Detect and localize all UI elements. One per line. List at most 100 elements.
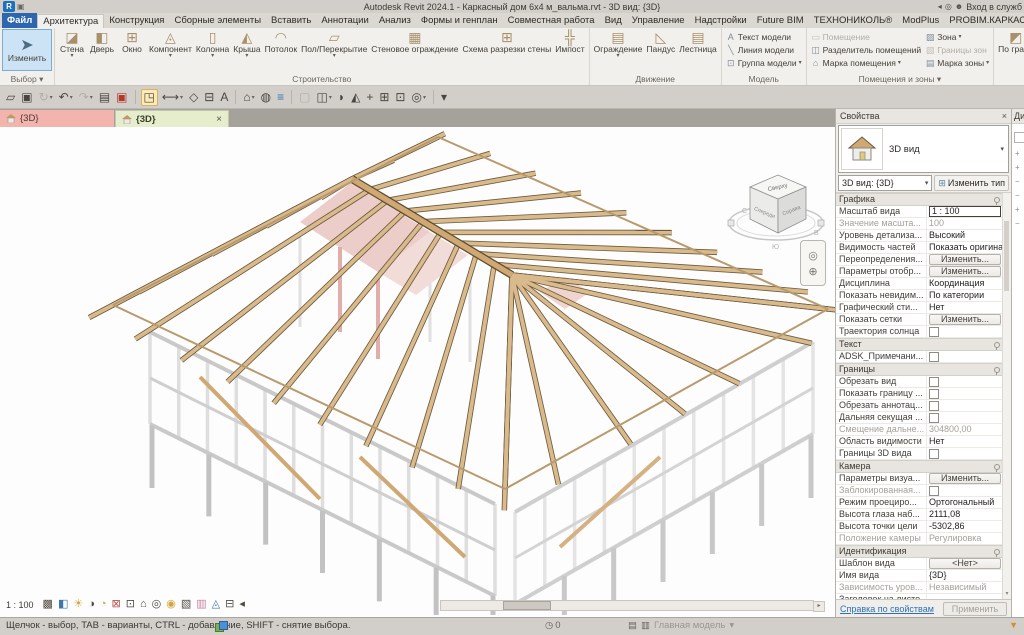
qat-icon[interactable]: ⟷ ▾ bbox=[160, 90, 185, 105]
model-3d-view[interactable] bbox=[0, 127, 835, 617]
ribbon-button[interactable]: ◺ Пандус bbox=[644, 29, 677, 71]
property-section-header[interactable]: Текст bbox=[836, 338, 1003, 351]
view-control-icon[interactable]: ⊠ bbox=[112, 598, 121, 611]
property-section-header[interactable]: Идентификация bbox=[836, 545, 1003, 558]
view-control-icon[interactable]: ◎ bbox=[152, 598, 162, 611]
view-control-icon[interactable]: ◬ bbox=[212, 598, 220, 611]
view-control-icon[interactable]: ◧ bbox=[58, 598, 68, 611]
view-tab-inactive[interactable]: {3D} bbox=[0, 110, 114, 127]
ribbon-button[interactable]: ◪ Стена ▾ bbox=[57, 29, 87, 71]
qat-icon[interactable]: ↷ ▾ bbox=[77, 90, 95, 105]
ribbon-tab[interactable]: Архитектура bbox=[37, 14, 104, 28]
scrollbar-thumb[interactable] bbox=[503, 601, 551, 610]
checkbox[interactable] bbox=[929, 413, 939, 423]
close-properties-icon[interactable]: × bbox=[1002, 111, 1007, 121]
checkbox[interactable] bbox=[929, 449, 939, 459]
property-value[interactable] bbox=[927, 351, 1003, 362]
property-value[interactable]: 1 : 100 bbox=[927, 206, 1003, 217]
selection-filter-icon[interactable]: ▼ bbox=[1009, 620, 1018, 630]
property-value[interactable]: -5302,86 bbox=[927, 521, 1003, 532]
tree-expander-icon[interactable]: + bbox=[1012, 147, 1024, 161]
property-value[interactable]: {3D} bbox=[927, 570, 1003, 581]
scale-control[interactable]: 1 : 100 bbox=[6, 600, 38, 610]
revit-logo[interactable]: R bbox=[3, 1, 15, 12]
ribbon-button[interactable]: ▤ Лестница bbox=[677, 29, 719, 71]
qat-icon[interactable]: ◭ bbox=[349, 90, 362, 105]
ribbon-button[interactable]: ▤ Ограждение ▾ bbox=[592, 29, 645, 71]
property-value[interactable]: Изменить... bbox=[927, 266, 1003, 277]
workspace-icon[interactable]: ▣ bbox=[17, 2, 25, 11]
ribbon-small-button[interactable]: ▤ Марка зоны ▾ bbox=[923, 57, 991, 69]
property-value[interactable]: Ортогональный bbox=[927, 497, 1003, 508]
ribbon-button[interactable]: ▦ Стеновое ограждение bbox=[369, 29, 460, 71]
qat-icon[interactable]: ◎ ▾ bbox=[409, 90, 428, 105]
property-value[interactable]: Нет bbox=[927, 302, 1003, 313]
checkbox[interactable] bbox=[929, 377, 939, 387]
design-options-control[interactable]: ▤ ▥ Главная модель ▾ bbox=[628, 620, 734, 631]
property-value[interactable]: 100 bbox=[927, 218, 1003, 229]
qat-icon[interactable]: ⊟ bbox=[202, 90, 216, 105]
property-value[interactable]: 304800,00 bbox=[927, 424, 1003, 435]
property-value[interactable] bbox=[927, 376, 1003, 387]
edit-button[interactable]: Изменить... bbox=[929, 254, 1001, 265]
tree-expander-icon[interactable]: − bbox=[1012, 175, 1024, 189]
scroll-right-icon[interactable]: ▸ bbox=[813, 601, 825, 612]
qat-icon[interactable]: A bbox=[218, 90, 230, 105]
qat-icon[interactable] bbox=[235, 90, 236, 104]
ribbon-small-button[interactable]: ▭ Помещение bbox=[809, 31, 924, 43]
ribbon-button[interactable]: ⊞ Схема разрезки стены bbox=[460, 29, 553, 71]
property-value[interactable]: По категории bbox=[927, 290, 1003, 301]
project-browser-sliver[interactable]: Дис ++−−+− bbox=[1011, 109, 1024, 617]
ribbon-button[interactable]: ◭ Крыша ▾ bbox=[231, 29, 262, 71]
checkbox[interactable] bbox=[929, 327, 939, 337]
ribbon-tab[interactable]: Анализ bbox=[374, 13, 416, 28]
property-section-header[interactable]: Камера bbox=[836, 460, 1003, 473]
qat-icon[interactable]: ▤ bbox=[97, 90, 112, 105]
property-value[interactable]: <Нет> bbox=[927, 558, 1003, 569]
horizontal-scrollbar[interactable]: ▸ bbox=[440, 600, 814, 611]
scrollbar-thumb[interactable] bbox=[1004, 221, 1009, 291]
qat-icon[interactable]: ↶ ▾ bbox=[57, 90, 75, 105]
ribbon-small-button[interactable]: ⊡ Группа модели ▾ bbox=[724, 57, 804, 69]
ribbon-tab[interactable]: Надстройки bbox=[690, 13, 752, 28]
qat-icon[interactable]: ⌂ ▾ bbox=[241, 90, 256, 105]
chevron-down-icon[interactable]: ▾ bbox=[1000, 145, 1008, 153]
apply-button[interactable]: Применить bbox=[943, 602, 1007, 616]
panel-label-select[interactable]: Выбор ▾ bbox=[0, 73, 54, 85]
worksets-icon[interactable] bbox=[215, 621, 228, 632]
zoom-tool-icon[interactable]: ⊕ bbox=[808, 265, 817, 278]
ribbon-tab[interactable]: ModPlus bbox=[897, 13, 944, 28]
property-value[interactable]: Нет bbox=[927, 436, 1003, 447]
steering-wheel-icon[interactable]: ◎ bbox=[808, 249, 818, 262]
properties-help-link[interactable]: Справка по свойствам bbox=[840, 604, 934, 614]
ribbon-tab[interactable]: Аннотации bbox=[316, 13, 374, 28]
view-control-icon[interactable]: ☀ bbox=[73, 598, 83, 611]
tree-expander-icon[interactable]: − bbox=[1012, 217, 1024, 231]
property-section-header[interactable]: Графика bbox=[836, 193, 1003, 206]
qat-icon[interactable] bbox=[291, 90, 292, 104]
ribbon-button[interactable]: ◠ Потолок bbox=[263, 29, 300, 71]
ribbon-small-button[interactable]: ╲ Линия модели bbox=[724, 44, 804, 56]
qat-icon[interactable]: ◍ bbox=[259, 90, 273, 105]
edit-button[interactable]: Изменить... bbox=[929, 473, 1001, 484]
ribbon-tab[interactable]: Управление bbox=[627, 13, 690, 28]
qat-icon[interactable]: ▢ bbox=[297, 90, 312, 105]
editing-requests[interactable]: ◷ 0 bbox=[545, 620, 561, 631]
property-value[interactable]: Координация bbox=[927, 278, 1003, 289]
ribbon-tab[interactable]: Формы и генплан bbox=[416, 13, 503, 28]
property-value[interactable]: 2111,08 bbox=[927, 509, 1003, 520]
property-value[interactable] bbox=[927, 594, 1003, 599]
ribbon-small-button[interactable]: ▨ Зона ▾ bbox=[923, 31, 991, 43]
ribbon-tab[interactable]: Future BIM bbox=[752, 13, 809, 28]
element-selector[interactable]: 3D вид: {3D} ▾ bbox=[838, 175, 932, 191]
property-value[interactable] bbox=[927, 388, 1003, 399]
ribbon-button[interactable]: ▱ Пол/Перекрытие ▾ bbox=[299, 29, 369, 71]
checkbox[interactable] bbox=[929, 389, 939, 399]
ribbon-button[interactable]: ◧ Дверь bbox=[87, 29, 117, 71]
qat-icon[interactable] bbox=[433, 90, 434, 104]
ribbon-small-button[interactable]: ▧ Границы зон bbox=[923, 44, 991, 56]
view-tab-active[interactable]: {3D} × bbox=[115, 110, 229, 127]
qat-icon[interactable]: ◫ ▾ bbox=[314, 90, 333, 105]
edit-type-button[interactable]: ⊞ Изменить тип bbox=[934, 175, 1009, 191]
panel-label-rooms[interactable]: Помещения и зоны ▾ bbox=[807, 73, 994, 85]
